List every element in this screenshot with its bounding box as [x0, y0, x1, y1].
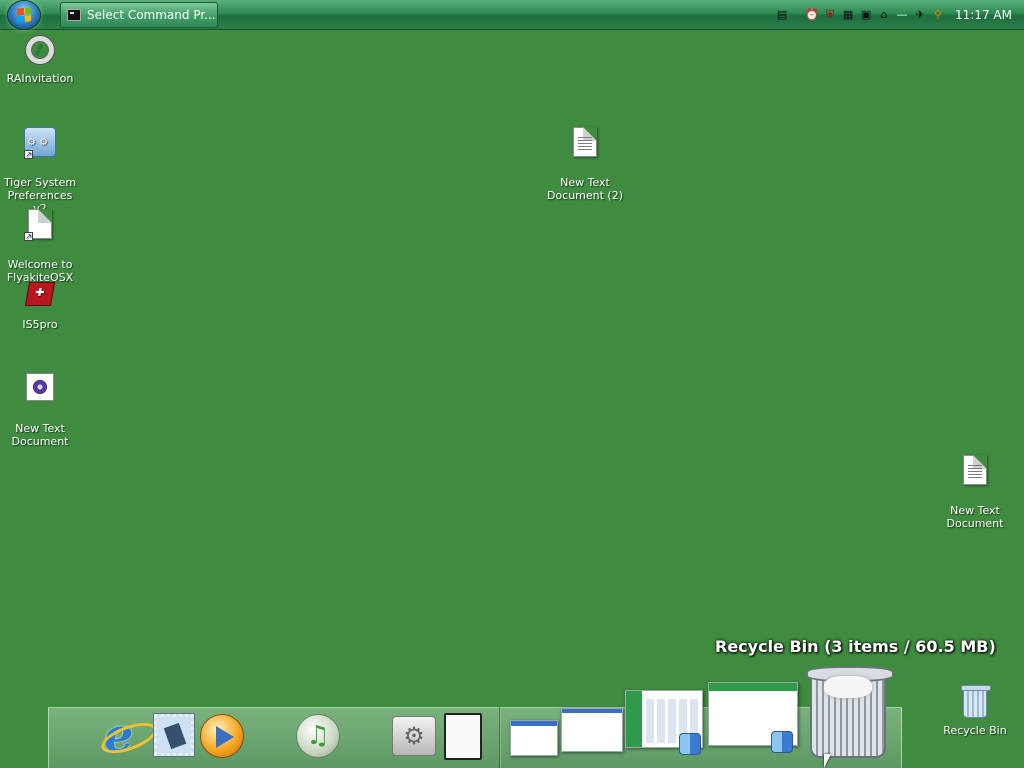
- desktop-icon-label: New Text Document (2): [546, 176, 624, 202]
- alarm-clock-icon[interactable]: ⏰: [805, 8, 819, 22]
- document-icon: ↗: [24, 209, 56, 241]
- document-icon[interactable]: [444, 713, 482, 760]
- start-button[interactable]: [8, 1, 40, 29]
- package-icon: [24, 282, 56, 314]
- shortcut-arrow-icon: ↗: [24, 232, 33, 241]
- mouse-cursor-icon: [824, 754, 831, 768]
- trash-icon[interactable]: [806, 666, 894, 758]
- taskbar: Select Command Pr... ▤ ⏰ ⛨ ▦ ▣ ⌂ — ✈ ⚲ 1…: [0, 0, 1024, 30]
- satellite-icon[interactable]: ✈: [913, 8, 927, 22]
- desktop-icon-label: New Text Document: [946, 504, 1004, 530]
- lifebuoy-icon: [24, 36, 56, 68]
- mail-icon[interactable]: [154, 714, 194, 756]
- desktop-icon-new-text-document-media[interactable]: New Text Document: [0, 360, 80, 461]
- media-player-icon[interactable]: [200, 714, 244, 758]
- desktop-icon-new-text-document-2[interactable]: New Text Document (2): [545, 114, 625, 215]
- itunes-icon[interactable]: ♫: [296, 714, 340, 758]
- text-document-icon: [569, 127, 601, 159]
- desktop-icon-recycle-bin[interactable]: Recycle Bin: [935, 685, 1015, 737]
- media-file-icon: [24, 373, 56, 405]
- clock[interactable]: 11:17 AM: [955, 8, 1012, 22]
- window-thumbnail-2[interactable]: [561, 708, 623, 752]
- dock-tooltip: Recycle Bin (3 items / 60.5 MB): [715, 637, 996, 656]
- search-icon[interactable]: ⚲: [931, 8, 945, 22]
- taskbar-task-command-prompt[interactable]: Select Command Pr...: [60, 2, 218, 28]
- desktop-icon-rainvitation[interactable]: RAInvitation: [0, 34, 80, 85]
- system-tray: ▤ ⏰ ⛨ ▦ ▣ ⌂ — ✈ ⚲ 11:17 AM: [775, 0, 1024, 30]
- presentation-icon[interactable]: ⌂: [877, 8, 891, 22]
- system-preferences-icon[interactable]: ⚙: [392, 716, 436, 756]
- line-icon[interactable]: —: [895, 8, 909, 22]
- finder-icon: [771, 731, 793, 753]
- network-icon[interactable]: ▦: [841, 8, 855, 22]
- shield-icon[interactable]: ⛨: [823, 8, 837, 22]
- desktop-icon-label: RAInvitation: [6, 72, 74, 85]
- windows-logo-icon: [17, 7, 31, 23]
- recycle-bin-icon: [959, 685, 991, 720]
- desktop-icon-new-text-document[interactable]: New Text Document: [935, 442, 1015, 543]
- system-preferences-icon: ↗: [24, 127, 56, 159]
- window-thumbnail-1[interactable]: [510, 720, 558, 756]
- dock-separator: [499, 707, 501, 768]
- desktop-icon-label: IS5pro: [22, 318, 58, 331]
- monitor-icon[interactable]: ▣: [859, 8, 873, 22]
- text-document-icon: [959, 455, 991, 487]
- desktop-icon-label: Recycle Bin: [943, 724, 1007, 737]
- desktop-icon-is5pro[interactable]: IS5pro: [0, 278, 80, 331]
- battery-icon[interactable]: ▤: [775, 8, 789, 22]
- shortcut-arrow-icon: ↗: [24, 150, 33, 159]
- internet-explorer-icon[interactable]: e: [104, 712, 150, 758]
- finder-icon: [679, 733, 701, 755]
- task-label: Select Command Pr...: [87, 8, 216, 22]
- command-prompt-icon: [67, 9, 81, 21]
- desktop-icon-label: New Text Document: [11, 422, 69, 448]
